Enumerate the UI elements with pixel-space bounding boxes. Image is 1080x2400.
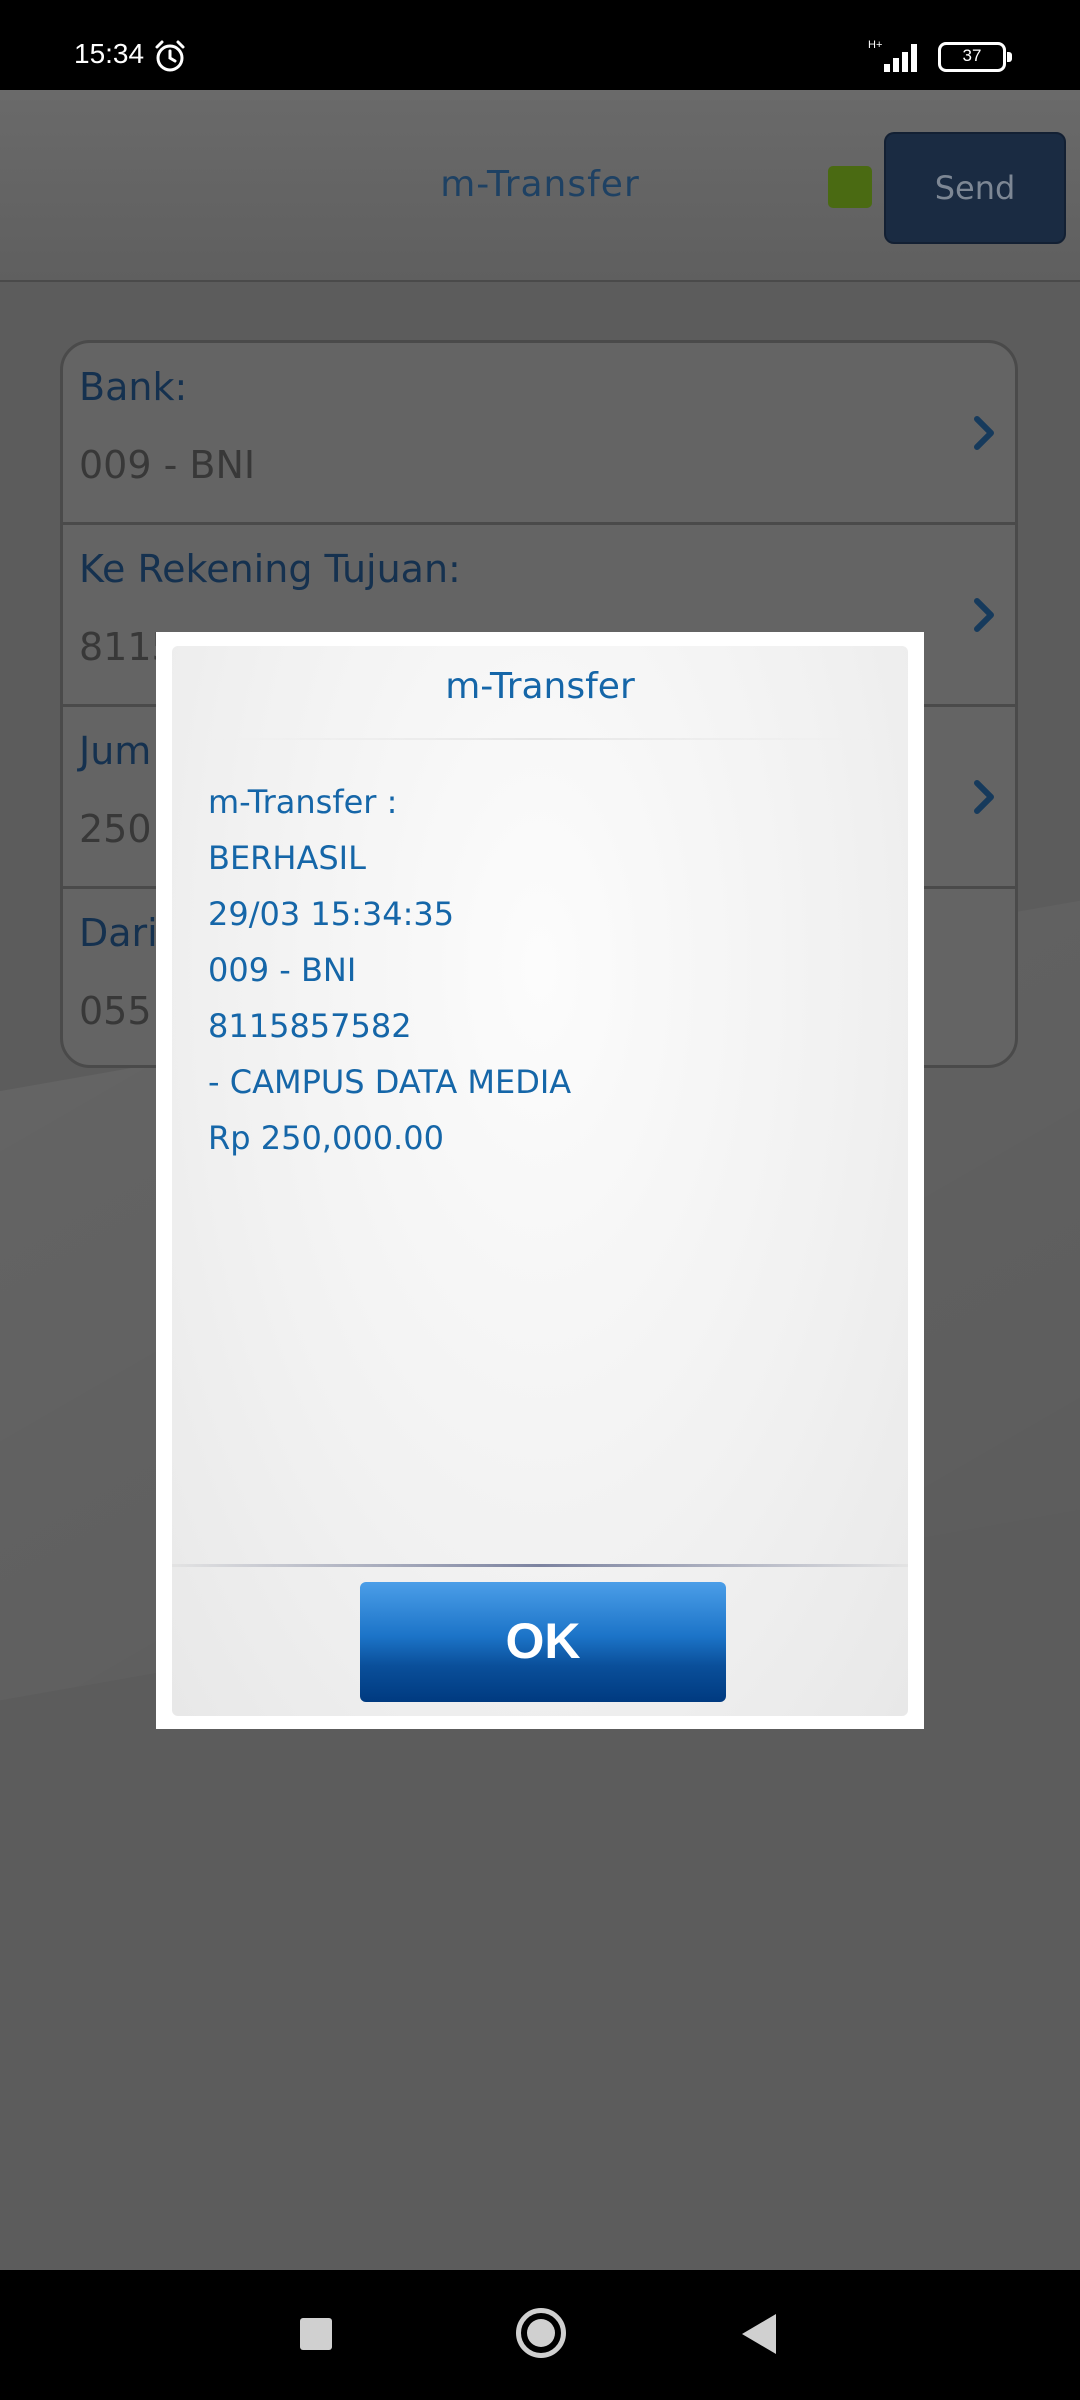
form-row-value: 055 xyxy=(79,989,152,1033)
navigation-bar xyxy=(0,2270,1080,2400)
chevron-right-icon xyxy=(974,598,994,632)
form-row-label: Bank: xyxy=(79,365,188,409)
send-button[interactable]: Send xyxy=(884,132,1066,244)
recent-apps-icon[interactable] xyxy=(300,2318,332,2350)
back-icon[interactable] xyxy=(742,2314,776,2354)
form-row-bank[interactable]: Bank: 009 - BNI xyxy=(63,343,1015,525)
battery-level: 37 xyxy=(962,46,982,65)
dialog-title: m-Transfer xyxy=(445,666,635,707)
dialog-message: m-Transfer : BERHASIL 29/03 15:34:35 009… xyxy=(208,774,888,1166)
status-bar: 15:34 H+ 37 xyxy=(0,0,1080,90)
form-row-label: Ke Rekening Tujuan: xyxy=(79,547,461,591)
chevron-right-icon xyxy=(974,780,994,814)
message-line-account: 8115857582 xyxy=(208,1007,412,1045)
status-indicator xyxy=(828,166,872,208)
battery-icon: 37 xyxy=(938,42,1012,72)
chevron-right-icon xyxy=(974,416,994,450)
home-icon[interactable] xyxy=(516,2308,566,2358)
divider xyxy=(172,1564,908,1567)
form-row-label: Jum xyxy=(79,729,152,773)
result-dialog: m-Transfer m-Transfer : BERHASIL 29/03 1… xyxy=(156,632,924,1729)
message-line-header: m-Transfer : xyxy=(208,783,398,821)
dialog-panel: m-Transfer m-Transfer : BERHASIL 29/03 1… xyxy=(172,646,908,1716)
form-row-label: Dari xyxy=(79,911,158,955)
status-time: 15:34 xyxy=(74,38,145,69)
signal-icon xyxy=(884,44,917,72)
message-line-datetime: 29/03 15:34:35 xyxy=(208,895,455,933)
ok-button[interactable]: OK xyxy=(360,1582,726,1702)
app-header: m-Transfer Send xyxy=(0,90,1080,282)
message-line-status: BERHASIL xyxy=(208,839,366,877)
form-row-value: 250 xyxy=(79,807,152,851)
message-line-recipient: - CAMPUS DATA MEDIA xyxy=(208,1063,572,1101)
divider xyxy=(212,738,868,740)
message-line-amount: Rp 250,000.00 xyxy=(208,1119,444,1157)
message-line-bank: 009 - BNI xyxy=(208,951,357,989)
form-row-value: 009 - BNI xyxy=(79,443,256,487)
alarm-icon xyxy=(155,40,185,72)
